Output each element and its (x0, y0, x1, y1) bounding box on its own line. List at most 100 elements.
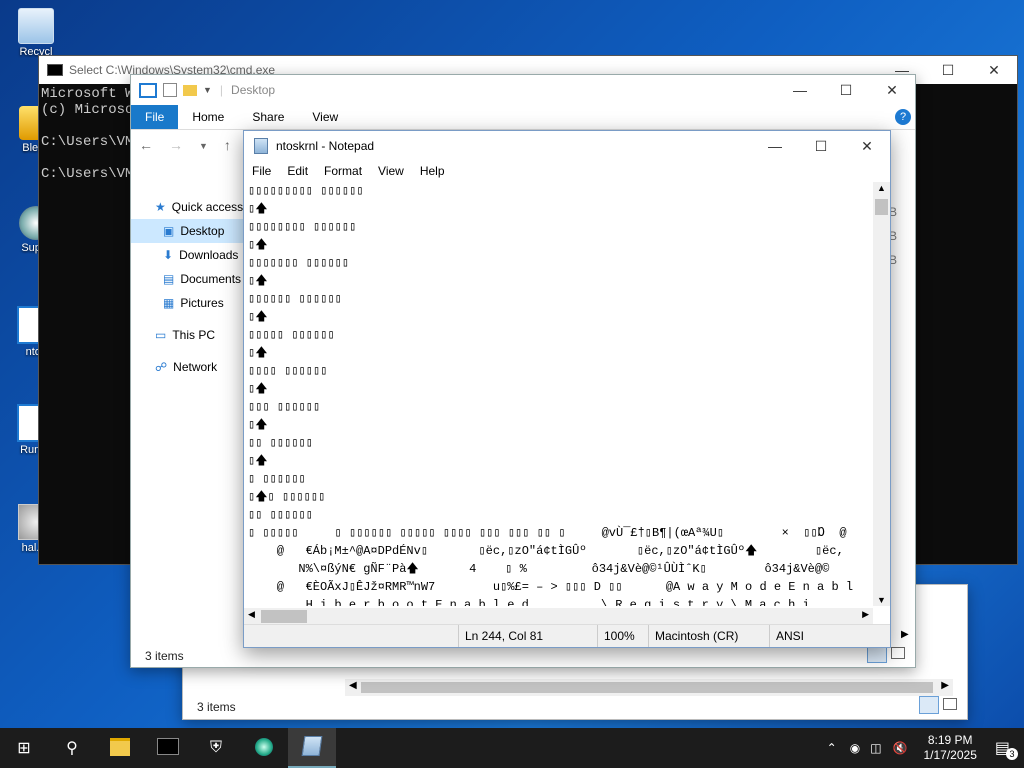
large-icons-view-icon[interactable] (943, 698, 957, 710)
taskbar: ⊞ ⚲ ⛨ ⌃ ◉ ◫ 🔇 8:19 PM 1/17/2025 ▤ 3 (0, 728, 1024, 768)
details-view-icon[interactable] (919, 696, 939, 714)
chevron-down-icon[interactable]: ▼ (203, 85, 212, 95)
back-arrow-icon[interactable]: ← (139, 137, 153, 155)
scroll-down-icon[interactable]: ▼ (877, 595, 886, 605)
notepad-titlebar[interactable]: ntoskrnl - Notepad — ☐ ✕ (244, 131, 890, 161)
menu-format[interactable]: Format (316, 164, 370, 178)
desktop-icon-0[interactable]: Recycl (6, 8, 66, 58)
taskbar-shield-button[interactable]: ⛨ (192, 728, 240, 768)
notepad-maximize-button[interactable]: ☐ (798, 131, 844, 161)
cmd-close-button[interactable]: ✕ (971, 55, 1017, 85)
clock[interactable]: 8:19 PM 1/17/2025 (913, 733, 986, 763)
tray-overflow-chevron-icon[interactable]: ⌃ (819, 741, 845, 755)
clock-time: 8:19 PM (927, 733, 973, 747)
explorer-close-button[interactable]: ✕ (869, 75, 915, 105)
picture-icon: ▦ (163, 296, 175, 310)
explorer-minimize-button[interactable]: — (777, 75, 823, 105)
nav-item-network[interactable]: ☍ Network (131, 355, 245, 379)
text-line: ▯🡅 (248, 310, 268, 324)
status-cursor-position: Ln 244, Col 81 (458, 625, 597, 647)
taskbar-notepad-button[interactable] (288, 728, 336, 768)
ribbon-tab-view[interactable]: View (298, 105, 352, 129)
quick-access-toolbar[interactable]: ▼ (163, 83, 212, 97)
notepad-close-button[interactable]: ✕ (844, 131, 890, 161)
notepad-text-area[interactable]: ▯▯▯▯▯▯▯▯▯ ▯▯▯▯▯▯ ▯🡅 ▯▯▯▯▯▯▯▯ ▯▯▯▯▯▯ ▯🡅 ▯▯▯▯▯… (244, 182, 878, 606)
notepad-window[interactable]: ntoskrnl - Notepad — ☐ ✕ File Edit Format V… (243, 130, 891, 648)
file-explorer-icon (110, 737, 130, 759)
notepad-app-icon (254, 138, 268, 154)
menu-edit[interactable]: Edit (279, 164, 316, 178)
recycle-bin-icon (18, 8, 54, 44)
ribbon-tab-home[interactable]: Home (178, 105, 238, 129)
notepad-icon (301, 735, 323, 759)
network-icon[interactable]: ◫ (865, 741, 886, 755)
navigation-pane: ★ Quick access ▣ Desktop ⬇ Downloads ▤ Document… (131, 187, 245, 379)
text-line: ▯🡅 (248, 202, 268, 216)
browser-icon (255, 737, 273, 759)
explorer-back-status: 3 items (197, 700, 236, 714)
new-folder-icon[interactable] (183, 84, 197, 96)
explorer-scroll-right-icon[interactable]: ▶ (901, 629, 909, 640)
cmd-icon (157, 738, 179, 758)
up-arrow-icon[interactable]: ↑ (224, 137, 231, 155)
text-line: ▯ ▯▯▯▯▯▯ (248, 472, 306, 486)
notepad-vscroll-thumb[interactable] (875, 199, 888, 215)
text-line: ▯🡅 (248, 274, 268, 288)
taskbar-start-button[interactable]: ⊞ (0, 728, 48, 768)
ribbon-tab-share[interactable]: Share (238, 105, 298, 129)
nav-item-label: Desktop (180, 224, 225, 238)
explorer-back-hscroll-thumb[interactable] (361, 682, 933, 693)
file-size-unit: B (889, 205, 898, 219)
text-line: ▯▯▯▯▯▯▯▯▯ ▯▯▯▯▯▯ (248, 184, 364, 198)
nav-item-documents[interactable]: ▤ Documents (131, 267, 245, 291)
nav-item-desktop[interactable]: ▣ Desktop (131, 219, 245, 243)
taskbar-file-explorer-button[interactable] (96, 728, 144, 768)
explorer-back-hscroll[interactable]: ◀ ▶ (345, 679, 953, 696)
taskbar-browser-button[interactable] (240, 728, 288, 768)
notepad-hscroll[interactable]: ◀ ▶ (244, 608, 873, 625)
nav-item-downloads[interactable]: ⬇ Downloads (131, 243, 245, 267)
volume-muted-icon[interactable]: 🔇 (887, 741, 914, 755)
taskbar-search-button[interactable]: ⚲ (48, 728, 96, 768)
scroll-left-icon[interactable]: ◀ (349, 680, 357, 691)
text-line: ▯▯▯▯▯▯ ▯▯▯▯▯▯ (248, 292, 342, 306)
menu-view[interactable]: View (370, 164, 412, 178)
forward-arrow-icon[interactable]: → (169, 137, 183, 155)
title-divider: | (219, 83, 224, 97)
help-icon[interactable]: ? (895, 109, 911, 125)
text-line: ▯▯▯▯▯ ▯▯▯▯▯▯ (248, 328, 335, 342)
nav-item-this-pc[interactable]: ▭ This PC (131, 323, 245, 347)
desktop-folder-icon: ▣ (163, 224, 175, 238)
notepad-minimize-button[interactable]: — (752, 131, 798, 161)
text-line: ▯▯▯▯▯▯▯▯ ▯▯▯▯▯▯ (248, 220, 357, 234)
nav-item-quick-access[interactable]: ★ Quick access (131, 195, 245, 219)
nav-item-label: This PC (172, 328, 216, 342)
scroll-right-icon[interactable]: ▶ (862, 609, 869, 620)
menu-file[interactable]: File (244, 164, 279, 178)
text-line: @ €Áb¡M±^@A¤DPdÉNv▯ ▯ëc,▯zO"á¢tÌGÛº ▯ëc,… (248, 544, 844, 558)
scroll-right-icon[interactable]: ▶ (941, 680, 949, 691)
text-line: ▯▯▯▯ ▯▯▯▯▯▯ (248, 364, 328, 378)
explorer-maximize-button[interactable]: ☐ (823, 75, 869, 105)
cmd-maximize-button[interactable]: ☐ (925, 55, 971, 85)
text-line: ▯▯ ▯▯▯▯▯▯ (248, 436, 313, 450)
properties-icon[interactable] (163, 83, 177, 97)
recent-chevron-icon[interactable]: ▼ (199, 137, 208, 155)
notepad-vscroll[interactable]: ▲ ▼ (873, 182, 890, 606)
nav-item-label: Network (173, 360, 218, 374)
large-icons-view-icon[interactable] (891, 647, 905, 659)
notification-count-badge: 3 (1006, 748, 1018, 760)
scroll-up-icon[interactable]: ▲ (877, 183, 886, 193)
nav-item-pictures[interactable]: ▦ Pictures (131, 291, 245, 315)
notepad-hscroll-thumb[interactable] (261, 610, 307, 623)
menu-help[interactable]: Help (412, 164, 453, 178)
text-line: ▯ ▯▯▯▯▯ ▯ ▯▯▯▯▯▯ ▯▯▯▯▯ ▯▯▯▯ ▯▯▯ ▯▯▯ ▯▯ ▯… (248, 526, 847, 540)
explorer-app-icon (139, 82, 157, 98)
explorer-titlebar[interactable]: ▼ | Desktop — ☐ ✕ (131, 75, 915, 105)
notifications-icon[interactable]: ▤ 3 (987, 738, 1024, 760)
taskbar-cmd-button[interactable] (144, 728, 192, 768)
file-size-unit: B (889, 229, 898, 243)
ribbon-tab-file[interactable]: File (131, 105, 179, 129)
scroll-left-icon[interactable]: ◀ (248, 609, 255, 620)
meet-now-icon[interactable]: ◉ (845, 741, 865, 755)
